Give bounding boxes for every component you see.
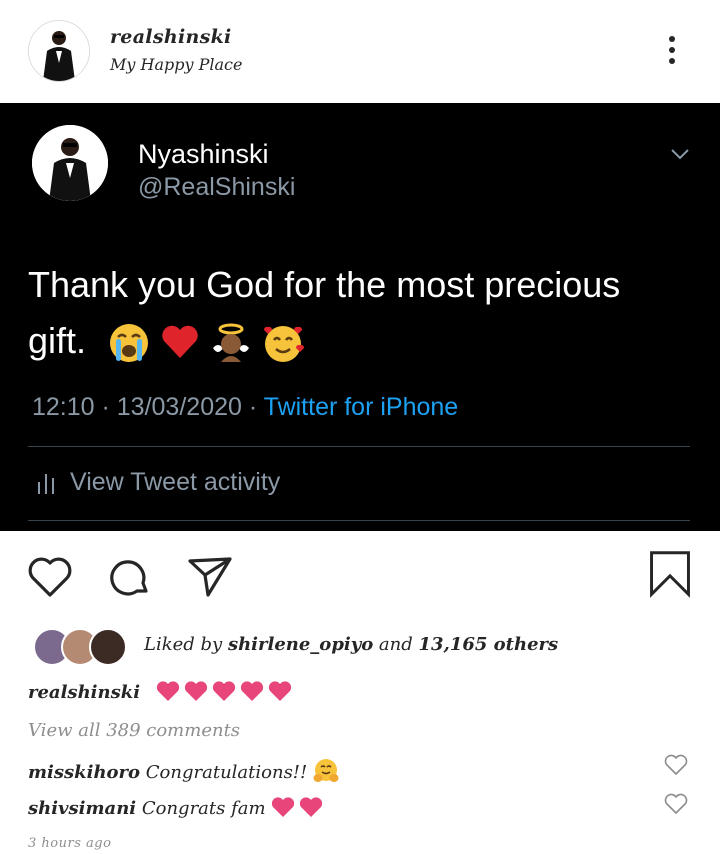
tweet-source: Twitter for iPhone bbox=[263, 393, 459, 421]
liked-by-user[interactable]: shirlene_opiyo bbox=[228, 634, 373, 655]
caption-hearts bbox=[156, 680, 292, 702]
crying-face-icon bbox=[110, 324, 149, 363]
likes-prefix: Liked by bbox=[144, 634, 228, 655]
comment-like-heart-icon[interactable] bbox=[664, 754, 688, 776]
likes-summary[interactable]: Liked by shirlene_opiyo and 13,165 other… bbox=[144, 634, 558, 655]
profile-photo bbox=[29, 21, 89, 81]
post-username[interactable]: realshinski bbox=[110, 26, 232, 48]
tweet-activity-label: View Tweet activity bbox=[70, 468, 281, 496]
bookmark-icon[interactable] bbox=[646, 550, 694, 598]
tweet-time: 12:10 · 13/03/2020 · bbox=[32, 393, 264, 421]
post-image: Nyashinski @RealShinski Thank you God fo… bbox=[0, 103, 720, 531]
pink-heart-icon bbox=[157, 681, 180, 701]
tweet-activity: View Tweet activity bbox=[36, 468, 280, 497]
paper-plane-icon[interactable] bbox=[186, 553, 234, 601]
avatar[interactable] bbox=[28, 20, 90, 82]
red-heart-icon bbox=[162, 326, 198, 359]
bar-chart-icon bbox=[38, 474, 54, 494]
comment-item: shivsimani Congrats fam bbox=[28, 796, 323, 819]
tweet-profile-photo bbox=[32, 125, 108, 201]
pink-heart-icon bbox=[185, 681, 208, 701]
liker-avatars[interactable] bbox=[33, 628, 133, 666]
comment-text: Congrats fam bbox=[136, 798, 272, 819]
pink-heart-icon bbox=[300, 797, 323, 817]
post-location[interactable]: My Happy Place bbox=[110, 55, 242, 74]
tweet-avatar bbox=[32, 125, 108, 201]
tweet-text: Thank you God for the most precious gift… bbox=[28, 257, 688, 369]
comment-text: Congratulations!! bbox=[140, 762, 313, 783]
comment-username[interactable]: shivsimani bbox=[28, 798, 136, 819]
comment-item: misskihoro Congratulations!! bbox=[28, 758, 339, 784]
tweet-handle: @RealShinski bbox=[138, 173, 296, 201]
divider bbox=[28, 446, 690, 447]
pink-heart-icon bbox=[213, 681, 236, 701]
pink-heart-icon bbox=[272, 797, 295, 817]
tweet-display-name: Nyashinski bbox=[138, 139, 269, 169]
liker-avatar bbox=[89, 628, 127, 666]
comment-hearts bbox=[271, 796, 323, 818]
more-options-icon[interactable] bbox=[660, 30, 684, 70]
pink-heart-icon bbox=[269, 681, 292, 701]
tweet-meta: 12:10 · 13/03/2020 · Twitter for iPhone bbox=[32, 393, 458, 422]
comment-bubble-icon[interactable] bbox=[106, 553, 154, 601]
tweet-emojis bbox=[108, 322, 305, 364]
likes-others[interactable]: 13,165 others bbox=[419, 634, 559, 655]
heart-outline-icon[interactable] bbox=[26, 553, 74, 601]
divider bbox=[28, 520, 690, 521]
hugging-face-icon bbox=[313, 759, 339, 782]
comment-like-heart-icon[interactable] bbox=[664, 793, 688, 815]
chevron-down-icon bbox=[671, 149, 689, 160]
comment-username[interactable]: misskihoro bbox=[28, 762, 140, 783]
caption-username[interactable]: realshinski bbox=[28, 682, 140, 703]
baby-angel-icon bbox=[213, 323, 250, 363]
smiling-face-with-hearts-icon bbox=[264, 326, 305, 363]
pink-heart-icon bbox=[241, 681, 264, 701]
post-timestamp: 3 hours ago bbox=[28, 836, 112, 851]
view-all-comments-link[interactable]: View all 389 comments bbox=[28, 720, 240, 741]
likes-middle: and bbox=[373, 634, 419, 655]
caption: realshinski bbox=[28, 680, 292, 703]
